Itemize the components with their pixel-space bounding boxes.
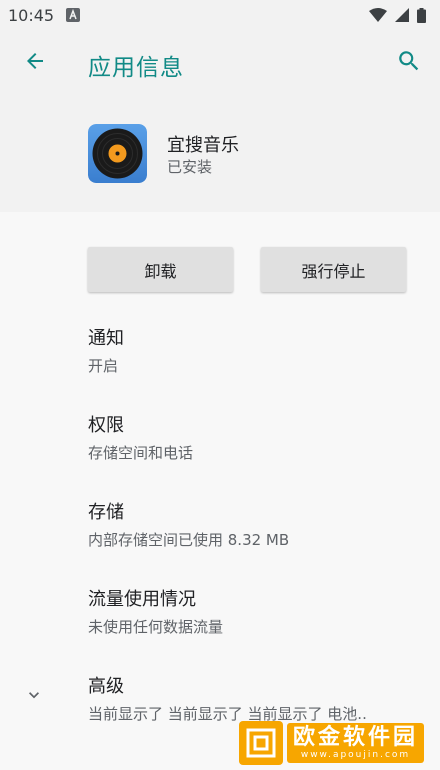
watermark-main: 欧金软件园 [293,724,419,750]
app-install-status: 已安装 [167,158,213,176]
app-header: 宜搜音乐 已安装 [0,96,440,212]
pref-summary: 内部存储空间已使用 8.32 MB [88,531,290,549]
pref-title: 高级 [88,676,124,697]
wifi-icon [369,8,387,22]
cell-signal-icon [395,8,409,22]
pref-data-usage[interactable]: 流量使用情况 未使用任何数据流量 [88,585,418,637]
back-button[interactable] [20,48,50,78]
battery-icon [417,7,426,23]
uninstall-button[interactable]: 卸载 [88,247,233,292]
watermark-emblem-icon [239,721,283,765]
notification-a-icon [66,8,81,22]
app-icon-vinyl [88,124,147,183]
status-right [369,7,426,23]
pref-notifications[interactable]: 通知 开启 [88,324,418,376]
pref-permissions[interactable]: 权限 存储空间和电话 [88,411,418,463]
watermark-sub: www.apoujin.com [300,749,411,760]
status-time: 10:45 [8,5,55,25]
app-bar: 应用信息 [0,30,440,96]
pref-summary: 开启 [88,357,119,375]
pref-title: 流量使用情况 [88,589,196,610]
arrow-back-icon [23,49,47,77]
status-left: 10:45 [8,5,81,25]
pref-summary: 存储空间和电话 [88,444,194,462]
page-title: 应用信息 [88,55,184,81]
app-info-content: 卸载 强行停止 通知 开启 权限 存储空间和电话 存储 内部存储空间已使用 8.… [0,212,440,770]
force-stop-button[interactable]: 强行停止 [261,247,406,292]
pref-title: 权限 [88,415,124,436]
pref-summary: 未使用任何数据流量 [88,618,224,636]
pref-title: 存储 [88,502,124,523]
pref-title: 通知 [88,328,124,349]
app-name: 宜搜音乐 [167,135,239,156]
pref-storage[interactable]: 存储 内部存储空间已使用 8.32 MB [88,498,418,550]
watermark-text: 欧金软件园 www.apoujin.com [287,723,425,763]
search-button[interactable] [394,48,424,78]
pref-advanced[interactable]: 高级 当前显示了 当前显示了 当前显示了 电池.. [88,672,418,724]
chevron-down-icon[interactable] [24,685,44,705]
status-bar: 10:45 [0,0,440,30]
search-icon [396,48,422,78]
watermark-logo: 欧金软件园 www.apoujin.com [239,720,435,766]
